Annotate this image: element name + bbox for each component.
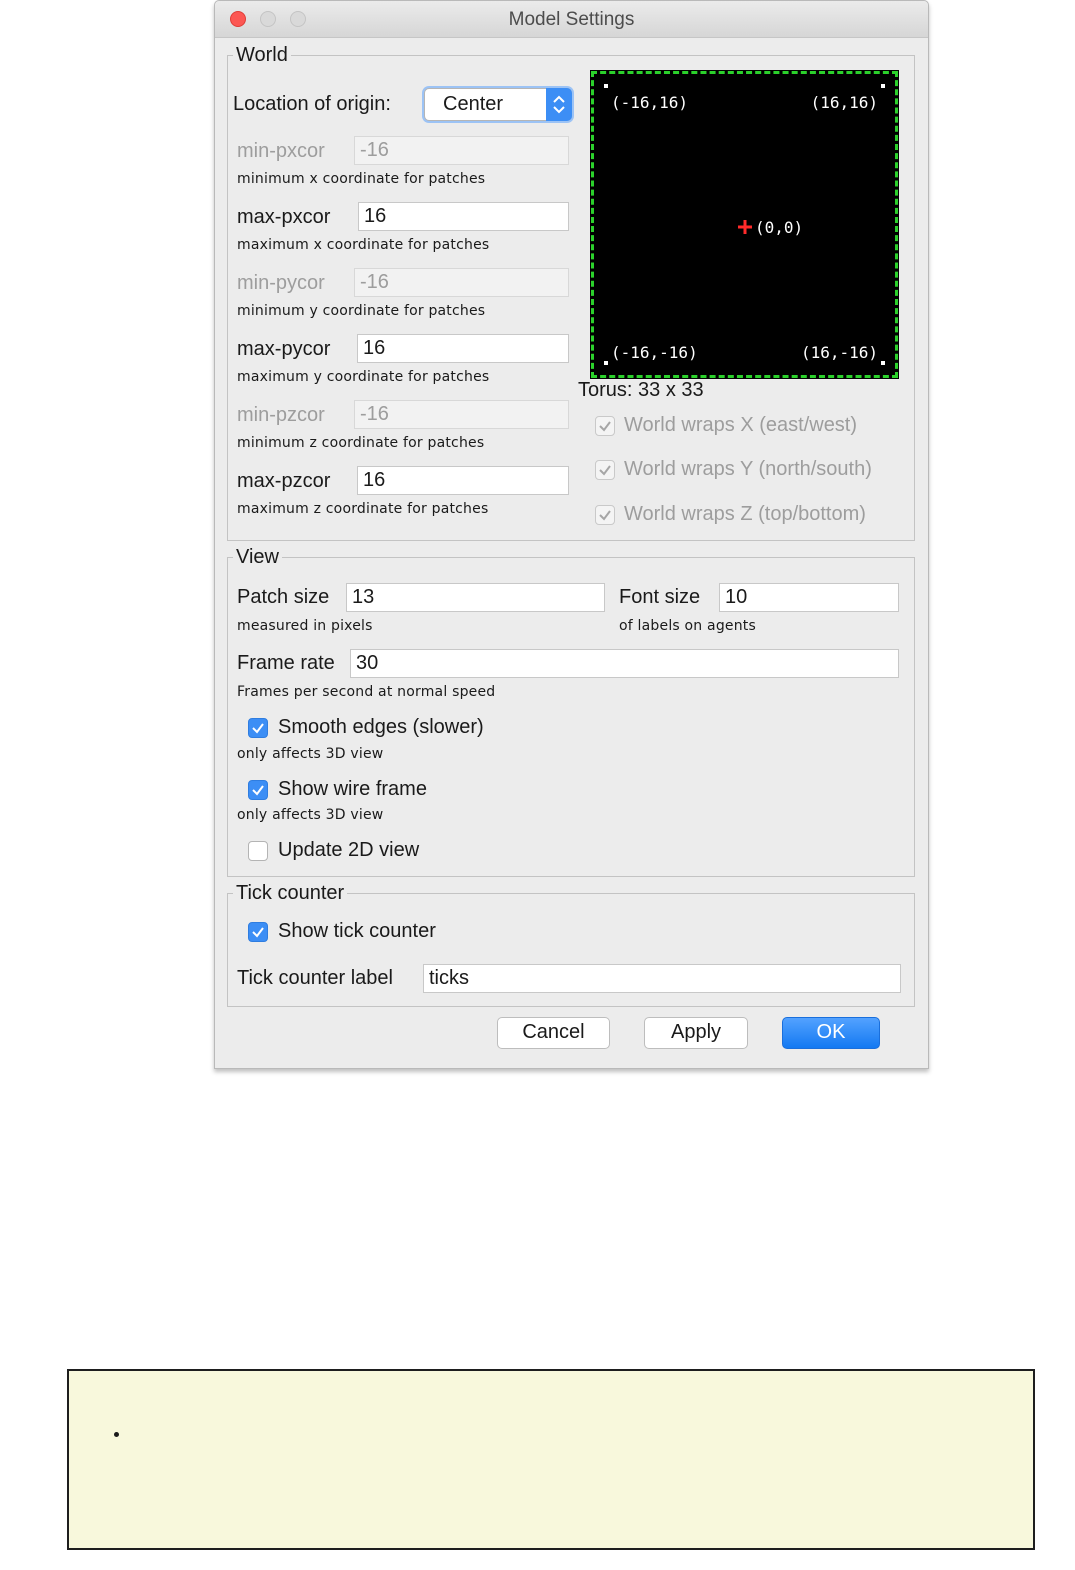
preview-top-left-coord: (-16,16) <box>611 93 689 112</box>
model-settings-dialog: Model Settings World Location of origin:… <box>214 0 929 1069</box>
patch-size-label: Patch size <box>237 586 330 608</box>
max-pxcor-hint: maximum x coordinate for patches <box>237 237 490 253</box>
min-pxcor-field: -16 <box>354 136 569 165</box>
select-arrows-icon[interactable] <box>546 88 572 121</box>
update-2d-label[interactable]: Update 2D view <box>278 839 419 862</box>
min-pzcor-label: min-pzcor <box>237 404 325 426</box>
wire-frame-hint: only affects 3D view <box>237 807 384 823</box>
wrap-z-checkbox <box>595 505 615 525</box>
title-bar[interactable]: Model Settings <box>215 1 928 38</box>
patch-size-field[interactable]: 13 <box>346 583 605 612</box>
tick-counter-label-field[interactable]: ticks <box>423 964 901 993</box>
corner-dot-top-left <box>604 84 608 88</box>
origin-select-value: Center <box>443 93 504 115</box>
origin-select[interactable]: Center <box>424 88 572 121</box>
origin-label: Location of origin: <box>233 93 391 115</box>
wrap-z-label: World wraps Z (top/bottom) <box>624 503 866 525</box>
max-pzcor-label: max-pzcor <box>237 470 331 492</box>
min-pxcor-label: min-pxcor <box>237 140 325 162</box>
preview-center-coord: (0,0) <box>755 218 804 237</box>
tick-counter-label-label: Tick counter label <box>237 967 393 989</box>
frame-rate-label: Frame rate <box>237 652 335 674</box>
origin-marker-icon <box>737 219 753 235</box>
preview-bottom-left-coord: (-16,-16) <box>611 343 698 362</box>
corner-dot-top-right <box>881 84 885 88</box>
smooth-edges-hint: only affects 3D view <box>237 746 384 762</box>
max-pxcor-label: max-pxcor <box>237 206 331 228</box>
world-legend: World <box>233 44 291 67</box>
min-pzcor-hint: minimum z coordinate for patches <box>237 435 485 451</box>
frame-rate-field[interactable]: 30 <box>350 649 899 678</box>
max-pzcor-hint: maximum z coordinate for patches <box>237 501 489 517</box>
wire-frame-label[interactable]: Show wire frame <box>278 778 427 801</box>
wrap-y-label: World wraps Y (north/south) <box>624 458 872 480</box>
tick-counter-legend: Tick counter <box>233 882 348 905</box>
wire-frame-checkbox[interactable] <box>248 780 268 800</box>
min-pxcor-hint: minimum x coordinate for patches <box>237 171 486 187</box>
corner-dot-bottom-right <box>881 361 885 365</box>
show-tick-counter-label[interactable]: Show tick counter <box>278 920 436 943</box>
show-tick-counter-checkbox[interactable] <box>248 922 268 942</box>
update-2d-checkbox[interactable] <box>248 841 268 861</box>
smooth-edges-label[interactable]: Smooth edges (slower) <box>278 716 484 739</box>
max-pzcor-field[interactable]: 16 <box>357 466 569 495</box>
world-preview: (-16,16) (16,16) (0,0) (-16,-16) (16,-16… <box>590 70 899 379</box>
corner-dot-bottom-left <box>604 361 608 365</box>
max-pxcor-field[interactable]: 16 <box>358 202 569 231</box>
max-pycor-hint: maximum y coordinate for patches <box>237 369 490 385</box>
max-pycor-label: max-pycor <box>237 338 331 360</box>
font-size-hint: of labels on agents <box>619 618 756 634</box>
min-pycor-hint: minimum y coordinate for patches <box>237 303 486 319</box>
max-pycor-field[interactable]: 16 <box>357 334 569 363</box>
font-size-label: Font size <box>619 586 701 608</box>
min-pzcor-field: -16 <box>354 400 569 429</box>
note-box <box>67 1369 1035 1550</box>
apply-button[interactable]: Apply <box>644 1017 748 1049</box>
ok-button[interactable]: OK <box>782 1017 880 1049</box>
torus-label: Torus: 33 x 33 <box>578 379 704 401</box>
preview-top-right-coord: (16,16) <box>810 93 878 112</box>
cancel-button[interactable]: Cancel <box>497 1017 610 1049</box>
window-title: Model Settings <box>508 9 635 30</box>
smooth-edges-checkbox[interactable] <box>248 718 268 738</box>
patch-size-hint: measured in pixels <box>237 618 373 634</box>
min-pycor-field: -16 <box>354 268 569 297</box>
view-legend: View <box>233 546 282 569</box>
min-pycor-label: min-pycor <box>237 272 325 294</box>
wrap-x-checkbox <box>595 416 615 436</box>
frame-rate-hint: Frames per second at normal speed <box>237 684 496 700</box>
preview-bottom-right-coord: (16,-16) <box>800 343 878 362</box>
wrap-y-checkbox <box>595 460 615 480</box>
wrap-x-label: World wraps X (east/west) <box>624 414 858 436</box>
font-size-field[interactable]: 10 <box>719 583 899 612</box>
